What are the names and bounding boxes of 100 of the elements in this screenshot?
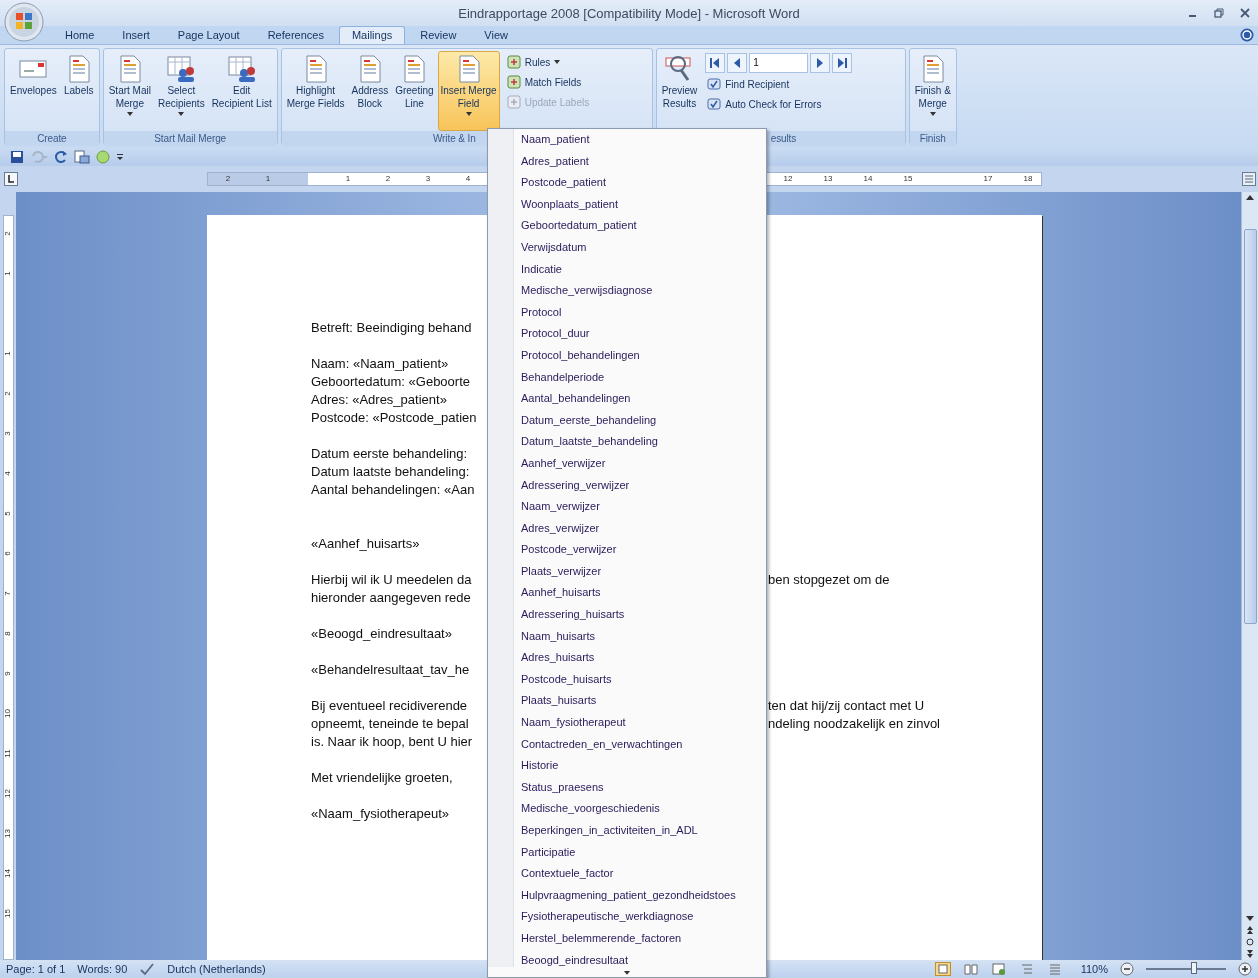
tab-selector-icon[interactable] <box>4 172 18 186</box>
menu-item[interactable]: Contextuele_factor <box>488 863 766 885</box>
print-layout-icon[interactable] <box>934 962 951 976</box>
recipients-icon <box>166 54 197 84</box>
zoom-in-icon[interactable] <box>1238 962 1252 976</box>
ruler-number: 12 <box>3 788 12 800</box>
menu-item[interactable]: Protocol_behandelingen <box>488 344 766 367</box>
menu-item[interactable]: Naam_fysiotherapeut <box>488 712 766 734</box>
menu-item[interactable]: Postcode_huisarts <box>488 668 766 691</box>
ruler-number: 18 <box>1022 174 1034 183</box>
print-preview-icon[interactable] <box>74 150 90 164</box>
ribbon-button[interactable]: Find Recipient <box>705 75 853 93</box>
vertical-scrollbar[interactable] <box>1241 192 1258 960</box>
ribbon-button[interactable]: Edit Recipient List <box>208 51 275 131</box>
save-icon[interactable] <box>10 150 24 164</box>
ribbon-button[interactable]: Envelopes <box>7 51 60 131</box>
menu-item[interactable]: Medische_voorgeschiedenis <box>488 798 766 820</box>
next-record-button[interactable] <box>810 53 831 73</box>
menu-item[interactable]: Aanhef_verwijzer <box>488 452 766 475</box>
help-icon[interactable] <box>1240 28 1254 42</box>
menu-item[interactable]: Adres_verwijzer <box>488 517 766 540</box>
web-layout-icon[interactable] <box>990 962 1007 976</box>
menu-item[interactable]: Verwijsdatum <box>488 236 766 259</box>
menu-item[interactable]: Historie <box>488 755 766 777</box>
menu-item[interactable]: Beperkingen_in_activiteiten_in_ADL <box>488 820 766 842</box>
menu-item[interactable]: Adressering_huisarts <box>488 604 766 626</box>
menu-item[interactable]: Postcode_verwijzer <box>488 539 766 561</box>
ribbon-tab[interactable]: References <box>254 26 337 44</box>
ribbon-button[interactable]: Match Fields <box>504 73 592 91</box>
menu-item[interactable]: Aantal_behandelingen <box>488 388 766 410</box>
menu-item[interactable]: Protocol <box>488 301 766 324</box>
ribbon-button[interactable]: Greeting Line <box>392 51 437 131</box>
restore-icon[interactable] <box>1214 8 1224 18</box>
previous-record-button[interactable] <box>727 53 748 73</box>
ribbon-button[interactable]: Finish & Merge <box>911 51 954 131</box>
scroll-down-icon[interactable] <box>623 971 631 975</box>
redo-icon[interactable] <box>54 150 68 164</box>
menu-item[interactable]: Datum_laatste_behandeling <box>488 431 766 453</box>
rules-icon <box>506 55 521 69</box>
menu-item[interactable]: Indicatie <box>488 258 766 281</box>
menu-item[interactable]: Fysiotherapeutische_werkdiagnose <box>488 906 766 928</box>
last-record-button[interactable] <box>832 53 853 73</box>
menu-item[interactable]: Beoogd_eindresultaat <box>488 949 766 972</box>
ribbon-tab[interactable]: Page Layout <box>164 26 253 44</box>
menu-item[interactable]: Medische_verwijsdiagnose <box>488 280 766 302</box>
menu-item[interactable]: Behandelperiode <box>488 366 766 389</box>
menu-item[interactable]: Herstel_belemmerende_factoren <box>488 927 766 950</box>
ribbon-tab[interactable]: Mailings <box>338 26 406 44</box>
ribbon-tab[interactable]: Home <box>52 26 108 44</box>
ribbon-tab[interactable]: View <box>471 26 521 44</box>
record-number-field[interactable]: 1 <box>749 53 809 73</box>
menu-item[interactable]: Adres_huisarts <box>488 647 766 669</box>
ribbon-button[interactable]: Address Block <box>348 51 392 131</box>
menu-item[interactable]: Plaats_verwijzer <box>488 560 766 583</box>
language-indicator[interactable]: Dutch (Netherlands) <box>167 963 266 975</box>
window-title: Eindrapportage 2008 [Compatibility Mode] - Microsoft Word <box>458 5 800 21</box>
ribbon-button[interactable]: Highlight Merge Fields <box>283 51 348 131</box>
menu-item[interactable]: Geboortedatum_patient <box>488 215 766 237</box>
menu-item[interactable]: Hulpvraagmening_patient_gezondheidstoes <box>488 884 766 907</box>
menu-item[interactable]: Plaats_huisarts <box>488 690 766 713</box>
document-text: Betreft: Beeindiging behand <box>311 319 473 337</box>
zoom-level[interactable]: 110% <box>1080 963 1108 975</box>
menu-item[interactable]: Contactreden_en_verwachtingen <box>488 733 766 756</box>
menu-item[interactable]: Naam_huisarts <box>488 625 766 648</box>
ribbon-button[interactable]: Rules <box>504 53 592 71</box>
ribbon-button[interactable]: Preview Results <box>658 51 701 131</box>
menu-item[interactable]: Adressering_verwijzer <box>488 474 766 497</box>
ruler-number: 4 <box>464 174 472 183</box>
full-screen-reading-icon[interactable] <box>962 962 979 976</box>
menu-item[interactable]: Aanhef_huisarts <box>488 582 766 605</box>
proofing-icon[interactable] <box>139 962 156 976</box>
menu-item[interactable]: Participatie <box>488 841 766 864</box>
customize-icon[interactable] <box>116 152 124 162</box>
document-text: is. Naar ik hoop, bent U hier <box>311 733 474 751</box>
first-record-button[interactable] <box>705 53 726 73</box>
ribbon-button[interactable]: Insert Merge Field <box>437 51 500 131</box>
ribbon-tab[interactable]: Insert <box>109 26 163 44</box>
page-count[interactable]: Page: 1 of 1 <box>6 963 66 975</box>
zoom-slider-thumb[interactable] <box>1191 962 1197 974</box>
word-count[interactable]: Words: 90 <box>77 963 128 975</box>
ribbon-button[interactable]: Select Recipients <box>154 51 208 131</box>
ribbon-tab[interactable]: Review <box>407 26 470 44</box>
ribbon-button[interactable]: Auto Check for Errors <box>705 95 853 113</box>
menu-item[interactable]: Naam_verwijzer <box>488 496 766 518</box>
menu-item[interactable]: Postcode_patient <box>488 172 766 194</box>
menu-item[interactable]: Protocol_duur <box>488 323 766 345</box>
close-icon[interactable] <box>1240 8 1250 18</box>
view-ruler-icon[interactable] <box>1242 172 1256 186</box>
menu-item[interactable]: Woonplaats_patient <box>488 193 766 216</box>
ribbon-button[interactable]: Start Mail Merge <box>105 51 154 131</box>
last-record-icon <box>836 58 849 68</box>
ribbon-button[interactable]: Labels <box>60 51 97 131</box>
zoom-out-icon[interactable] <box>1120 962 1134 976</box>
scrollbar-thumb[interactable] <box>1243 229 1257 624</box>
document-text: «Beoogd_eindresultaat» <box>311 625 453 643</box>
edit-list-icon <box>226 54 257 84</box>
menu-item[interactable]: Adres_patient <box>488 150 766 173</box>
browse-object-icon[interactable] <box>1243 936 1257 948</box>
menu-item[interactable]: Datum_eerste_behandeling <box>488 409 766 432</box>
menu-item[interactable]: Status_praesens <box>488 776 766 799</box>
